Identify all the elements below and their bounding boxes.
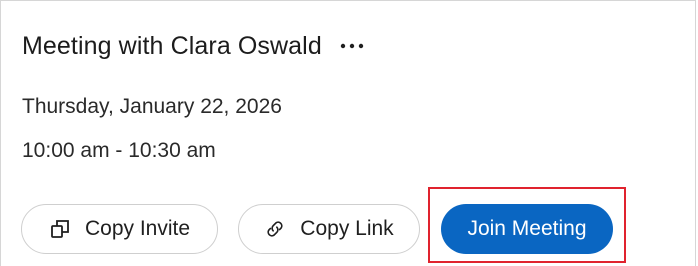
more-horizontal-icon — [340, 43, 364, 49]
copy-link-button[interactable]: Copy Link — [238, 204, 420, 254]
meeting-date: Thursday, January 22, 2026 — [22, 95, 282, 118]
copy-invite-label: Copy Invite — [84, 217, 191, 240]
meeting-time: 10:00 am - 10:30 am — [22, 139, 216, 162]
join-meeting-button[interactable]: Join Meeting — [441, 204, 613, 254]
copy-link-label: Copy Link — [300, 217, 394, 240]
meeting-card: Meeting with Clara Oswald Thursday, Janu… — [0, 0, 696, 266]
link-icon — [264, 218, 286, 240]
more-options-button[interactable] — [336, 33, 368, 59]
copy-invite-button[interactable]: Copy Invite — [21, 204, 218, 254]
copy-icon — [49, 218, 71, 240]
join-meeting-label: Join Meeting — [467, 217, 587, 240]
meeting-title: Meeting with Clara Oswald — [22, 31, 322, 60]
meeting-header: Meeting with Clara Oswald — [22, 30, 368, 62]
